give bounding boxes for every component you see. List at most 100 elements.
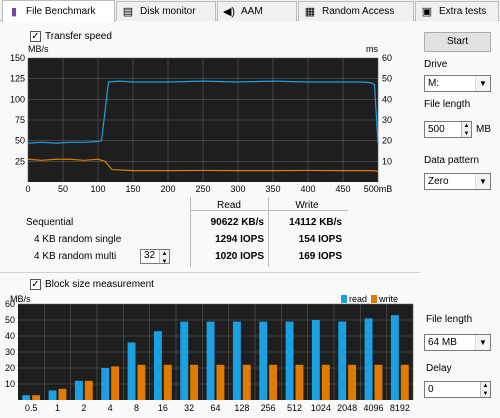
spinner-arrows-icon[interactable]: ▲ ▼	[461, 122, 471, 137]
spinner-arrows-icon[interactable]: ▲ ▼	[159, 250, 169, 265]
checkmark-icon: ✓	[30, 31, 41, 42]
chevron-down-icon[interactable]: ▼	[475, 76, 490, 91]
y-right-tick-label: 30	[382, 115, 392, 125]
write-value: 154 IOPS	[298, 234, 342, 245]
file-length-value: 500	[428, 124, 445, 135]
block-file-length-select[interactable]: 64 MB ▼	[424, 334, 491, 351]
results-header-row: Read Write	[22, 197, 346, 214]
block-file-length-label: File length	[426, 314, 473, 325]
x-tick-label: 350	[265, 184, 280, 194]
block-size-label: Block size measurement	[45, 279, 154, 290]
x-tick-label: 64	[210, 403, 220, 413]
y-tick-label: 50	[5, 315, 15, 325]
file-length-input[interactable]: 500 ▲ ▼	[424, 121, 472, 138]
write-bar	[137, 364, 146, 400]
write-bar	[111, 366, 120, 400]
x-tick-label: 450	[335, 184, 350, 194]
tab-disk-monitor[interactable]: ▤ Disk monitor	[116, 1, 216, 21]
tab-label: Extra tests	[439, 6, 487, 17]
read-bar	[259, 321, 268, 400]
read-bar	[180, 321, 189, 400]
x-tick-label: 1024	[311, 403, 331, 413]
x-tick-label: 4096	[363, 403, 383, 413]
x-tick-label: 8	[134, 403, 139, 413]
x-tick-label: 400	[300, 184, 315, 194]
transfer-speed-checkbox[interactable]: ✓ Transfer speed	[30, 31, 112, 42]
x-tick-label: 128	[234, 403, 249, 413]
x-tick-label: 2	[81, 403, 86, 413]
y-left-tick-label: 25	[15, 156, 25, 166]
table-row: 4 KB random multi 32 ▲ ▼ 1020 IOPS 169 IO…	[22, 248, 346, 265]
read-bar	[153, 331, 162, 400]
delay-input[interactable]: 0 ▲ ▼	[424, 381, 491, 398]
write-bar	[216, 364, 225, 400]
queue-depth-value: 32	[144, 250, 156, 261]
delay-label: Delay	[426, 363, 452, 374]
read-value: 90622 KB/s	[210, 217, 264, 228]
monitor-icon: ▤	[122, 5, 134, 18]
tab-extra-tests[interactable]: ▣ Extra tests	[415, 1, 499, 21]
y-right-tick-label: 20	[382, 136, 392, 146]
tab-label: File Benchmark	[26, 6, 96, 17]
y-right-tick-label: 50	[382, 74, 392, 84]
write-value: 169 IOPS	[298, 251, 342, 262]
write-bar	[242, 364, 251, 400]
transfer-speed-chart: 0 50 100 150 200 250 300 350 400 450 500mB 150 125 10…	[10, 53, 392, 194]
write-bar	[374, 364, 383, 400]
read-value: 1294 IOPS	[215, 234, 264, 245]
write-bar	[84, 380, 93, 400]
block-file-length-value: 64 MB	[428, 337, 457, 348]
x-tick-label: 0.5	[25, 403, 38, 413]
data-pattern-select[interactable]: Zero ▼	[424, 173, 491, 190]
y-right-tick-label: 40	[382, 94, 392, 104]
y-right-tick-label: 10	[382, 156, 392, 166]
tab-aam[interactable]: ◀) AAM	[217, 1, 297, 21]
tab-random-access[interactable]: ▦ Random Access	[298, 1, 414, 21]
file-length-label: File length	[424, 99, 471, 110]
y-left-tick-label: 125	[10, 74, 25, 84]
block-size-checkbox[interactable]: ✓ Block size measurement	[30, 279, 154, 290]
tab-file-benchmark[interactable]: ▮ File Benchmark	[2, 0, 115, 22]
read-bar	[338, 321, 347, 400]
chevron-down-icon[interactable]: ▼	[475, 335, 490, 350]
random-access-icon: ▦	[304, 5, 316, 18]
table-divider	[268, 197, 269, 267]
y-tick-label: 60	[5, 300, 15, 309]
write-bar	[321, 364, 330, 400]
row-label: 4 KB random single	[34, 234, 122, 245]
extra-tests-icon: ▣	[421, 5, 433, 18]
spinner-arrows-icon[interactable]: ▲ ▼	[480, 382, 490, 397]
y-tick-label: 40	[5, 331, 15, 341]
transfer-speed-label: Transfer speed	[45, 31, 112, 42]
y-tick-label: 20	[5, 363, 15, 373]
read-bar	[127, 342, 136, 400]
x-tick-label: 32	[184, 403, 194, 413]
read-column-header: Read	[217, 200, 241, 211]
chevron-down-icon[interactable]: ▼	[475, 174, 490, 189]
results-table: Read Write Sequential 90622 KB/s 14112 K…	[22, 197, 346, 265]
read-bar	[285, 321, 294, 400]
tab-bar: ▮ File Benchmark ▤ Disk monitor ◀) AAM ▦…	[0, 0, 500, 22]
write-bar	[163, 364, 172, 400]
x-tick-label: 100	[90, 184, 105, 194]
write-bar	[190, 364, 199, 400]
read-value: 1020 IOPS	[215, 251, 264, 262]
row-label: Sequential	[26, 217, 74, 228]
x-tick-label: 250	[195, 184, 210, 194]
delay-value: 0	[428, 384, 434, 395]
x-tick-label: 512	[287, 403, 302, 413]
drive-value: M:	[428, 78, 440, 89]
x-tick-label: 1	[55, 403, 60, 413]
row-label: 4 KB random multi	[34, 251, 117, 262]
x-tick-label: 300	[230, 184, 245, 194]
read-bar	[232, 321, 241, 400]
read-bar	[74, 380, 83, 400]
drive-select[interactable]: M: ▼	[424, 75, 491, 92]
queue-depth-spinner[interactable]: 32 ▲ ▼	[140, 249, 170, 265]
y-left-tick-label: 75	[15, 115, 25, 125]
x-tick-label: 16	[158, 403, 168, 413]
y-tick-label: 30	[5, 347, 15, 357]
x-tick-label: 8192	[390, 403, 410, 413]
start-button[interactable]: Start	[424, 32, 491, 52]
write-column-header: Write	[295, 200, 319, 211]
